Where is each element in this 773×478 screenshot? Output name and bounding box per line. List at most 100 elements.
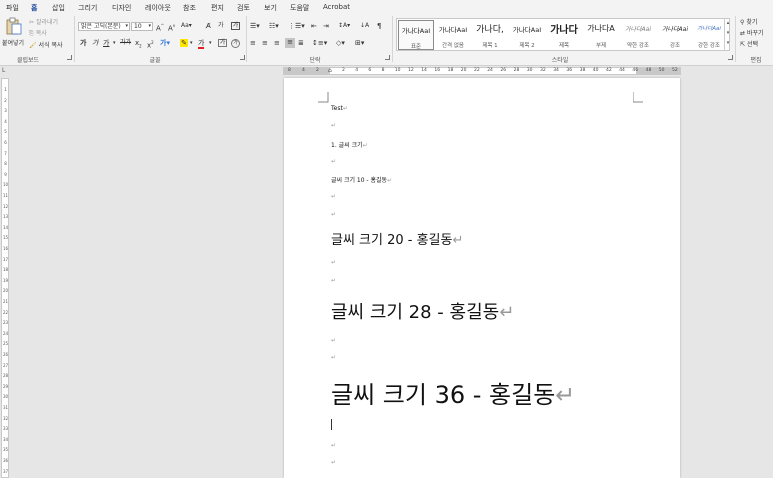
tab-layout[interactable]: 레이아웃 [145,3,171,13]
font-size-combo[interactable]: 10 ▾ [131,22,153,31]
paste-button[interactable]: 붙여넣기 [2,17,25,51]
strikethrough-icon[interactable]: 가가 [120,39,131,47]
style-no-spacing[interactable]: 가나다AaI 간격 없음 [435,20,471,50]
shading-icon[interactable]: ◇▾ [336,39,345,47]
bold-icon[interactable]: 가 [80,39,86,47]
phonetic-guide-icon[interactable]: 가 [218,22,224,30]
tab-help[interactable]: 도움말 [290,3,309,13]
borders-icon[interactable]: ⊞▾ [355,39,364,47]
tab-file[interactable]: 파일 [6,3,19,13]
copy-button[interactable]: ⎘ 복사 [29,28,47,38]
ruler-number: 16 [434,68,441,73]
paragraph[interactable]: 1. 글씨 크기↵ [331,140,368,149]
tab-references[interactable]: 참조 [183,3,196,13]
style-subtle-emphasis[interactable]: 가나다Aai 약한 강조 [620,20,656,50]
style-intense-emphasis[interactable]: 가나다Aai 강한 강조 [694,20,724,50]
style-heading-2[interactable]: 가나다AaI 제목 2 [509,20,545,50]
copy-label: 복사 [35,30,47,37]
enclose-char-icon[interactable]: 가 [231,39,240,48]
chevron-down-icon[interactable]: ▾ [209,39,212,47]
paragraph[interactable]: ↵ [331,259,336,266]
paragraph[interactable]: ↵ [331,442,336,449]
font-name-combo[interactable]: 맑은 고딕(본문) ▾ [78,22,130,31]
numbering-icon[interactable]: ☷▾ [269,22,279,30]
tab-acrobat[interactable]: Acrobat [323,3,350,11]
style-normal[interactable]: 가나다AaI 표준 [398,20,434,50]
indent-marker-icon[interactable]: ⌂ [328,67,332,74]
paragraph[interactable]: ↵ [331,122,336,129]
tab-home[interactable]: 홈 [31,3,38,16]
font-color-icon[interactable]: 가 [198,39,205,49]
distributed-icon[interactable]: ≣ [298,39,304,47]
style-heading-1[interactable]: 가나다, 제목 1 [472,20,508,50]
ruler-number: 31 [2,405,9,410]
clipboard-launcher[interactable] [67,55,72,60]
chevron-down-icon[interactable]: ▾ [190,39,193,47]
char-shading-icon[interactable]: 가 [218,39,227,47]
paragraph[interactable]: 글씨 크기 36 - 홍길동↵ [331,375,575,410]
find-button[interactable]: ⚲ 찾기 [740,17,757,26]
highlight-icon[interactable]: ✎ [180,39,188,47]
clear-format-icon[interactable]: A̸ [206,22,211,30]
styles-launcher[interactable] [728,55,733,60]
paragraph[interactable]: 글씨 크기 28 - 홍길동↵ [331,298,514,324]
paragraph[interactable]: ↵ [331,211,336,218]
align-right-icon[interactable]: ≡ [274,39,280,47]
underline-icon[interactable]: 가 [103,39,109,47]
paragraph[interactable]: ↵ [331,337,336,344]
document-page[interactable]: Test↵ ↵ 1. 글씨 크기↵ ↵ 글씨 크기 10 - 홍길동↵ ↵ ↵ … [284,78,680,478]
sort-icon[interactable]: ↓A [360,22,369,30]
crop-mark-top-right [633,92,643,103]
char-border-icon[interactable]: 가 [231,22,240,30]
decrease-indent-icon[interactable]: ⇤ [311,22,317,30]
align-left-icon[interactable]: ≡ [250,39,256,47]
increase-indent-icon[interactable]: ⇥ [323,22,329,30]
superscript-icon[interactable]: x2 [147,39,154,49]
vertical-ruler[interactable]: 1 2 3 4 5 6 7 8 9 10 11 12 13 14 15 16 17 18 19 20 21 22 23 24 2… [1,78,9,478]
paragraph[interactable]: ↵ [331,354,336,361]
tab-draw[interactable]: 그리기 [78,3,97,13]
paragraph[interactable]: 글씨 크기 20 - 홍길동↵ [331,229,463,248]
replace-button[interactable]: ⇄ 바꾸기 [740,28,764,37]
cut-button[interactable]: ✂ 잘라내기 [29,17,58,26]
grow-font-icon[interactable]: A^ [156,22,164,32]
text-effects-icon[interactable]: 가▾ [160,39,170,47]
style-emphasis[interactable]: 가나다Aai 강조 [657,20,693,50]
italic-icon[interactable]: 가 [92,39,98,47]
paragraph[interactable]: ↵ [331,193,336,200]
tab-review[interactable]: 검토 [237,3,250,13]
line-spacing-icon[interactable]: ↕≡▾ [312,39,327,47]
change-case-icon[interactable]: Aa▾ [181,22,192,30]
style-subtitle[interactable]: 가나다A 부제 [583,20,619,50]
subscript-icon[interactable]: x2 [135,39,142,50]
align-center-icon[interactable]: ≡ [262,39,268,47]
tab-insert[interactable]: 삽입 [52,3,65,13]
tab-view[interactable]: 보기 [264,3,277,13]
paragraph[interactable]: ↵ [331,459,336,466]
format-painter-button[interactable]: 🖌 서식 복사 [29,40,63,49]
font-launcher[interactable] [240,55,245,60]
select-icon: ⇱ [740,41,746,48]
shrink-font-icon[interactable]: Av [168,22,175,32]
paragraph[interactable]: ↵ [331,158,336,165]
paragraph-launcher[interactable] [385,55,390,60]
paragraph[interactable]: Test↵ [331,105,348,112]
multilevel-list-icon[interactable]: ⋮☰▾ [288,22,305,30]
asian-layout-icon[interactable]: ↕A▾ [338,22,350,30]
styles-scroll[interactable]: ▴ ▾ ▾ [724,18,731,51]
tab-design[interactable]: 디자인 [112,3,131,13]
chevron-down-icon[interactable]: ▾ [113,39,116,47]
ruler-number: 10 [2,182,9,188]
bullets-icon[interactable]: ☰▾ [250,22,260,30]
show-marks-icon[interactable]: ¶ [377,22,381,30]
style-title[interactable]: 가나다 제목 [546,20,582,50]
select-button[interactable]: ⇱ 선택 [740,39,758,48]
chevron-down-icon: ▾ [125,23,128,29]
crop-mark-top-left [318,92,329,103]
justify-icon[interactable]: ≡ [285,38,295,48]
tab-mailings[interactable]: 편지 [211,3,224,13]
paragraph[interactable]: ↵ [331,277,336,284]
horizontal-ruler[interactable]: 8 4 2 ⌂ 2 4 6 8 10 12 14 16 18 20 22 24 26 28 30 32 34 36… [283,67,681,75]
tab-selector-icon[interactable]: L [2,67,5,74]
paragraph[interactable]: 글씨 크기 10 - 홍길동↵ [331,175,392,184]
